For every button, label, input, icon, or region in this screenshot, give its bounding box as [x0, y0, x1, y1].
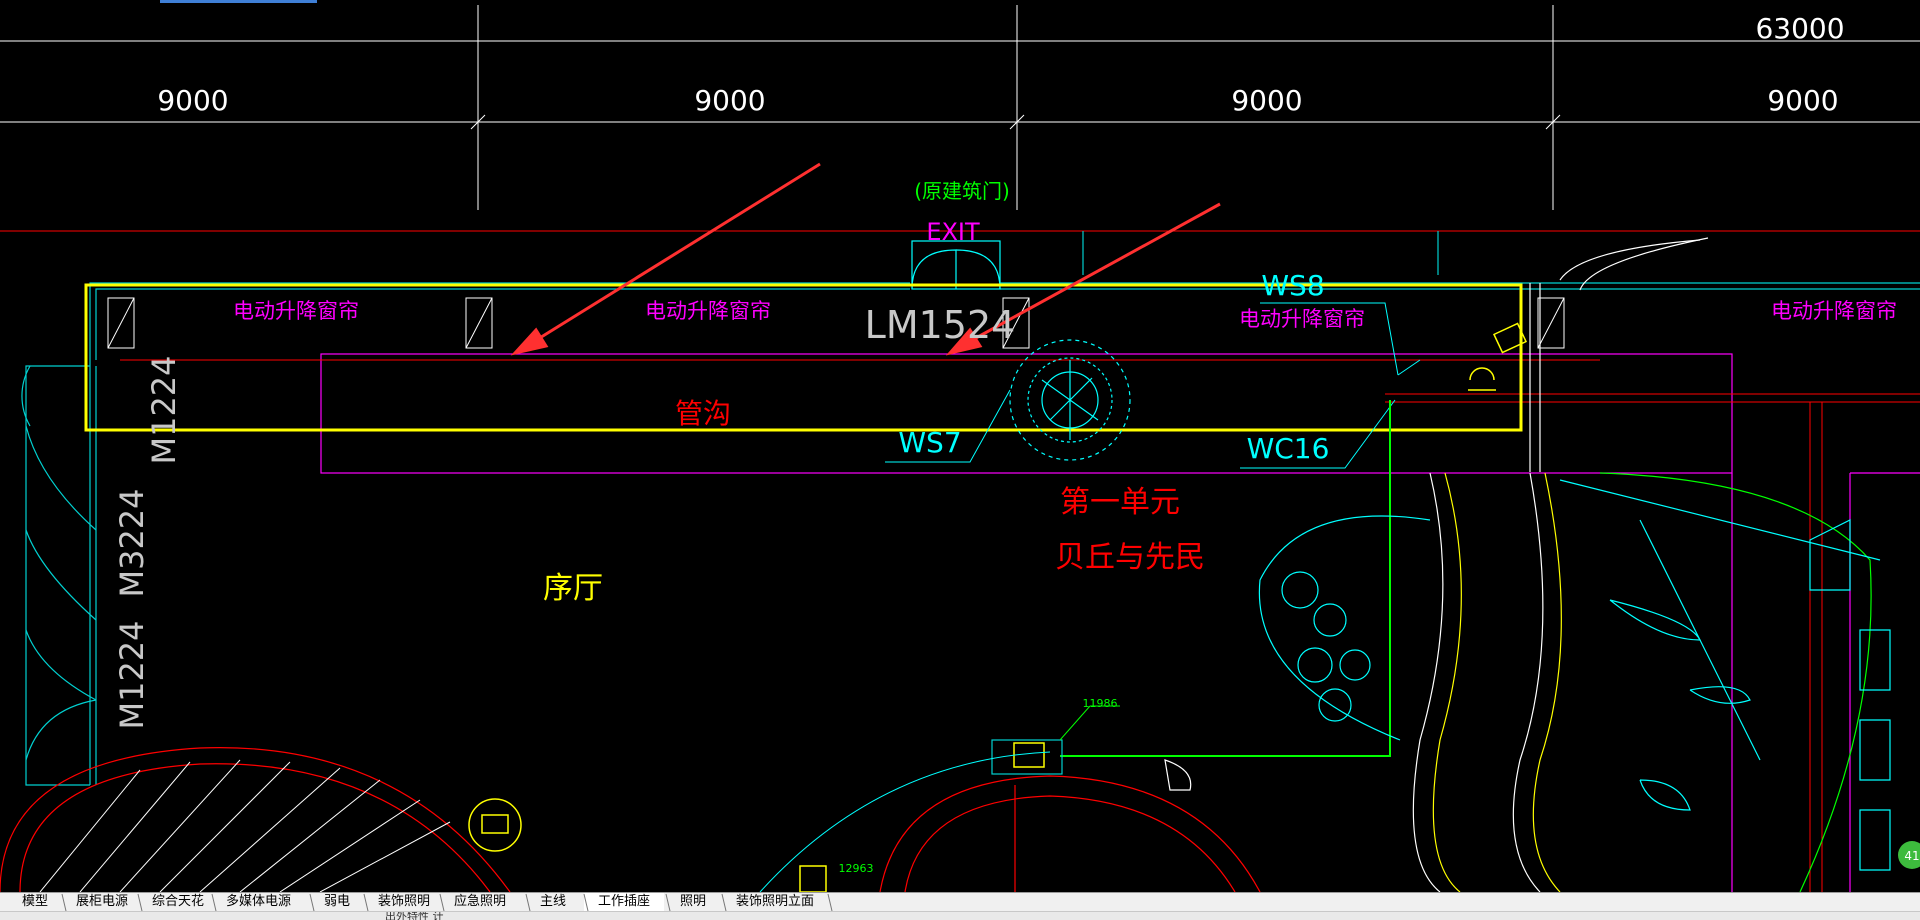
label-tag-12963: 12963: [839, 862, 874, 875]
label-wc16: WC16: [1247, 432, 1330, 465]
green-lines: [991, 400, 1391, 775]
exit-door: [911, 240, 1001, 290]
label-m1224-top: M1224: [145, 355, 183, 464]
dimension-span-1: 9000: [157, 84, 228, 117]
landscape-right: [1258, 237, 1891, 892]
fixture-symbol: [1164, 759, 1192, 791]
label-original-door: (原建筑门): [914, 179, 1010, 203]
layout-tab-bar: 模型 展柜电源 综合天花 多媒体电源 弱电 装饰照明 应急照明 主线 工作插座 …: [0, 892, 1920, 912]
label-exit: EXIT: [926, 218, 980, 246]
label-unit-1-sub: 贝丘与先民: [1055, 540, 1205, 575]
label-curtain-1: 电动升降窗帘: [233, 299, 359, 323]
arcs-bottom-center: [879, 775, 1261, 892]
label-ws8: WS8: [1261, 269, 1324, 302]
arc-cyan-bottom: [759, 751, 1051, 892]
label-tag-11986: 11986: [1083, 697, 1118, 710]
corner-badge[interactable]: 41: [1904, 849, 1919, 863]
yellow-devices: [468, 322, 1528, 892]
hatch-lines: [39, 759, 451, 892]
label-curtain-2: 电动升降窗帘: [645, 299, 771, 323]
label-ws7: WS7: [898, 426, 961, 459]
label-m1224-bottom: M1224: [113, 620, 151, 729]
plant-symbol: [1009, 339, 1131, 461]
label-lm1524: LM1524: [865, 303, 1016, 347]
label-prelude-hall: 序厅: [543, 571, 603, 606]
hatched-disc-left: [0, 747, 511, 892]
dimension-span-3: 9000: [1231, 84, 1302, 117]
tab-separators: [61, 893, 833, 912]
dimension-total: 63000: [1755, 12, 1844, 45]
label-unit-1: 第一单元: [1060, 485, 1180, 520]
trench-outline: [320, 353, 1920, 892]
dimension-span-4: 9000: [1767, 84, 1838, 117]
label-curtain-3: 电动升降窗帘: [1239, 307, 1365, 331]
label-trench: 管沟: [675, 397, 731, 430]
dimension-span-2: 9000: [694, 84, 765, 117]
tree-cluster: [1281, 571, 1371, 722]
cad-drawing-canvas[interactable]: 63000 9000 9000 9000 9000 (原建筑门) EXIT LM…: [0, 0, 1920, 892]
label-curtain-4: 电动升降窗帘: [1771, 299, 1897, 323]
label-m3224: M3224: [113, 488, 151, 597]
